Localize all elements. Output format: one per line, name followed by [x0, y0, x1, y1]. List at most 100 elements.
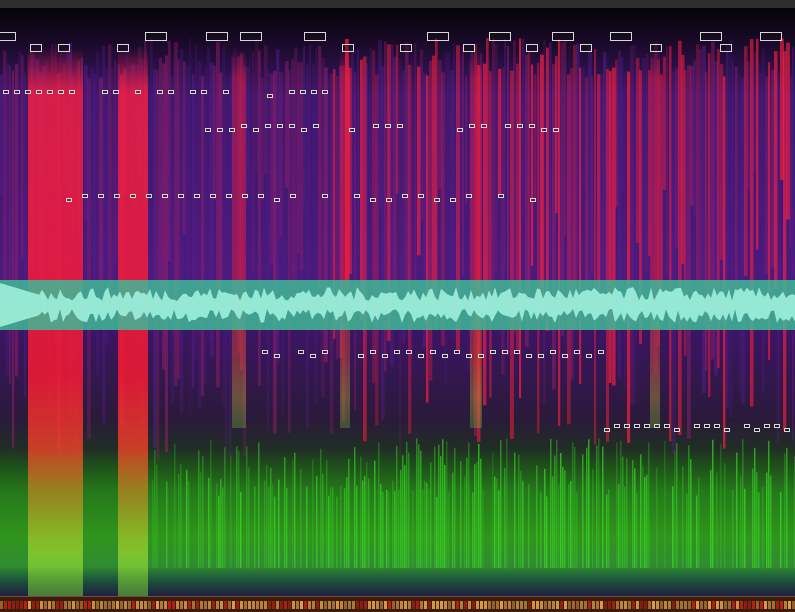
note-marker-icon[interactable] — [206, 32, 228, 41]
note-marker-icon[interactable] — [427, 32, 449, 41]
note-marker-icon[interactable] — [586, 354, 592, 358]
note-marker-icon[interactable] — [201, 90, 207, 94]
note-marker-icon[interactable] — [490, 350, 496, 354]
note-marker-icon[interactable] — [274, 198, 280, 202]
note-marker-icon[interactable] — [290, 194, 296, 198]
note-marker-icon[interactable] — [349, 128, 355, 132]
note-marker-icon[interactable] — [311, 90, 317, 94]
note-marker-icon[interactable] — [634, 424, 640, 428]
note-marker-icon[interactable] — [744, 424, 750, 428]
note-marker-icon[interactable] — [574, 350, 580, 354]
note-marker-icon[interactable] — [450, 198, 456, 202]
note-marker-icon[interactable] — [664, 424, 670, 428]
note-marker-icon[interactable] — [313, 124, 319, 128]
note-marker-icon[interactable] — [498, 194, 504, 198]
note-marker-icon[interactable] — [418, 354, 424, 358]
note-marker-icon[interactable] — [562, 354, 568, 358]
note-marker-icon[interactable] — [704, 424, 710, 428]
note-marker-icon[interactable] — [386, 198, 392, 202]
note-marker-icon[interactable] — [430, 350, 436, 354]
note-marker-icon[interactable] — [526, 354, 532, 358]
note-marker-icon[interactable] — [754, 428, 760, 432]
note-marker-icon[interactable] — [145, 32, 167, 41]
note-marker-icon[interactable] — [298, 350, 304, 354]
note-marker-icon[interactable] — [478, 354, 484, 358]
note-marker-icon[interactable] — [538, 354, 544, 358]
note-marker-icon[interactable] — [135, 90, 141, 94]
note-marker-icon[interactable] — [14, 90, 20, 94]
note-marker-icon[interactable] — [98, 194, 104, 198]
note-marker-icon[interactable] — [358, 354, 364, 358]
note-marker-icon[interactable] — [304, 32, 326, 41]
note-marker-icon[interactable] — [301, 128, 307, 132]
note-marker-icon[interactable] — [598, 350, 604, 354]
note-marker-icon[interactable] — [580, 44, 592, 52]
timeline-ruler[interactable] — [0, 596, 795, 612]
note-marker-icon[interactable] — [47, 90, 53, 94]
note-marker-icon[interactable] — [541, 128, 547, 132]
note-marker-icon[interactable] — [466, 354, 472, 358]
note-marker-icon[interactable] — [694, 424, 700, 428]
note-marker-icon[interactable] — [253, 128, 259, 132]
note-marker-icon[interactable] — [418, 194, 424, 198]
note-marker-icon[interactable] — [265, 124, 271, 128]
note-marker-icon[interactable] — [406, 350, 412, 354]
note-marker-icon[interactable] — [402, 194, 408, 198]
note-marker-icon[interactable] — [262, 350, 268, 354]
note-marker-icon[interactable] — [3, 90, 9, 94]
note-marker-icon[interactable] — [194, 194, 200, 198]
note-marker-icon[interactable] — [397, 124, 403, 128]
note-marker-icon[interactable] — [354, 194, 360, 198]
note-marker-icon[interactable] — [69, 90, 75, 94]
note-marker-icon[interactable] — [442, 354, 448, 358]
note-marker-icon[interactable] — [242, 194, 248, 198]
note-marker-icon[interactable] — [550, 350, 556, 354]
note-marker-icon[interactable] — [526, 44, 538, 52]
note-marker-icon[interactable] — [644, 424, 650, 428]
note-marker-icon[interactable] — [130, 194, 136, 198]
note-marker-icon[interactable] — [514, 350, 520, 354]
note-marker-icon[interactable] — [205, 128, 211, 132]
note-marker-icon[interactable] — [30, 44, 42, 52]
note-marker-icon[interactable] — [394, 350, 400, 354]
note-marker-icon[interactable] — [289, 90, 295, 94]
note-marker-icon[interactable] — [700, 32, 722, 41]
note-marker-icon[interactable] — [267, 94, 273, 98]
note-marker-icon[interactable] — [217, 128, 223, 132]
note-marker-icon[interactable] — [502, 350, 508, 354]
note-marker-icon[interactable] — [274, 354, 280, 358]
note-marker-icon[interactable] — [277, 124, 283, 128]
note-marker-icon[interactable] — [289, 124, 295, 128]
note-marker-icon[interactable] — [764, 424, 770, 428]
note-marker-icon[interactable] — [146, 194, 152, 198]
note-marker-icon[interactable] — [229, 128, 235, 132]
note-marker-icon[interactable] — [454, 350, 460, 354]
spectrogram-view[interactable] — [0, 8, 795, 596]
note-marker-icon[interactable] — [102, 90, 108, 94]
note-marker-icon[interactable] — [342, 44, 354, 52]
note-marker-icon[interactable] — [654, 424, 660, 428]
note-marker-icon[interactable] — [463, 44, 475, 52]
note-marker-icon[interactable] — [241, 124, 247, 128]
note-marker-icon[interactable] — [610, 32, 632, 41]
note-marker-icon[interactable] — [322, 90, 328, 94]
note-marker-icon[interactable] — [210, 194, 216, 198]
note-marker-icon[interactable] — [400, 44, 412, 52]
note-marker-icon[interactable] — [223, 90, 229, 94]
note-marker-icon[interactable] — [553, 128, 559, 132]
note-marker-icon[interactable] — [370, 350, 376, 354]
note-marker-icon[interactable] — [300, 90, 306, 94]
note-marker-icon[interactable] — [322, 194, 328, 198]
note-marker-icon[interactable] — [0, 32, 16, 41]
note-marker-icon[interactable] — [529, 124, 535, 128]
note-marker-icon[interactable] — [258, 194, 264, 198]
note-marker-icon[interactable] — [58, 44, 70, 52]
note-marker-icon[interactable] — [724, 428, 730, 432]
note-marker-icon[interactable] — [117, 44, 129, 52]
note-marker-icon[interactable] — [310, 354, 316, 358]
note-marker-icon[interactable] — [469, 124, 475, 128]
note-marker-icon[interactable] — [624, 424, 630, 428]
note-marker-icon[interactable] — [58, 90, 64, 94]
note-marker-icon[interactable] — [650, 44, 662, 52]
note-marker-icon[interactable] — [226, 194, 232, 198]
